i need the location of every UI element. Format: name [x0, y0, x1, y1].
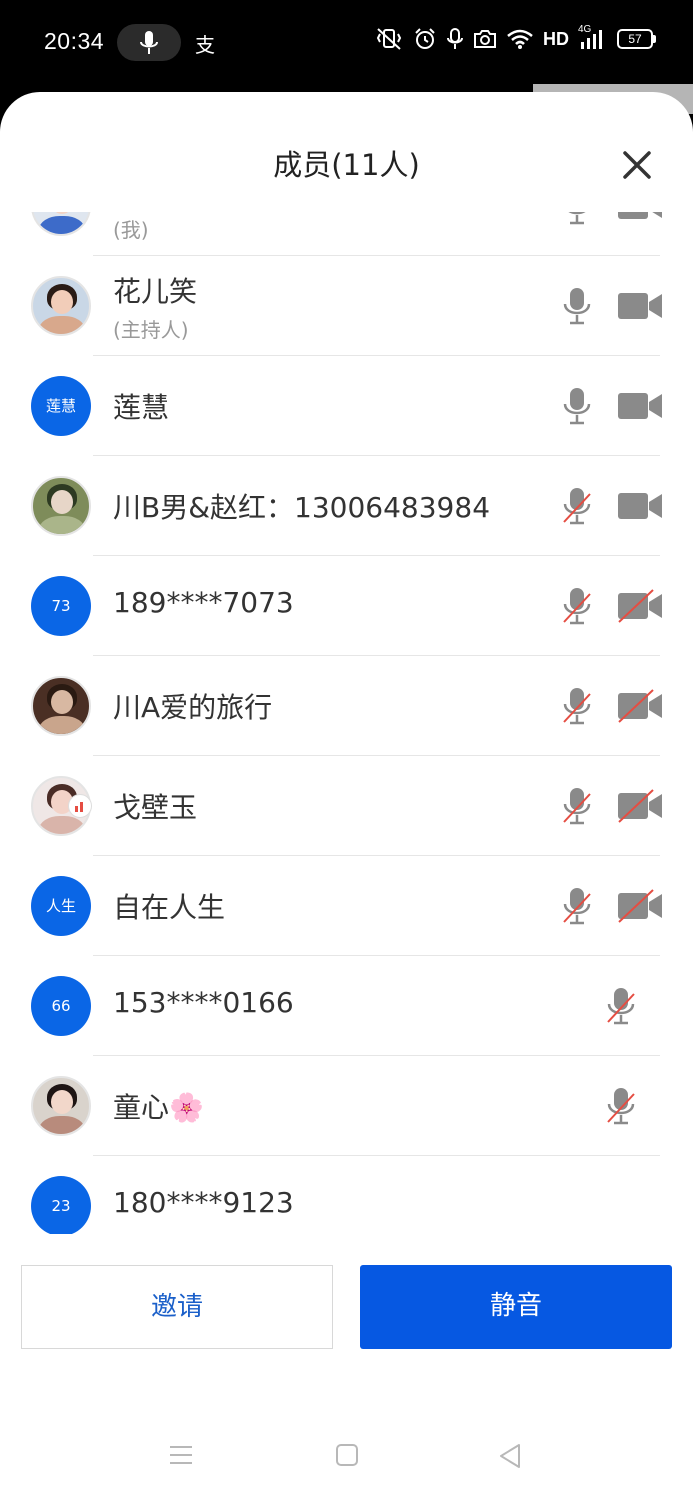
mic-active-icon — [140, 31, 158, 54]
close-button[interactable] — [616, 144, 658, 186]
alarm-icon — [415, 28, 435, 49]
battery-level: 57 — [628, 32, 642, 46]
members-sheet: 成员(11人) 悦洋(我) 花儿笑 (主持人) 莲慧莲慧川B男&赵红：13006483… — [0, 92, 693, 1500]
invite-button[interactable]: 邀请 — [21, 1265, 333, 1349]
member-name: 自在人生 — [113, 891, 226, 924]
member-row[interactable]: 66 153****0166 — [0, 956, 693, 1056]
member-avatar-photo — [31, 1076, 91, 1136]
member-name: 川B男&赵红：13006483984 — [113, 491, 491, 524]
member-avatar-photo — [31, 276, 91, 336]
member-name: 180****9123 — [113, 1186, 294, 1219]
vibrate-off-icon — [376, 28, 402, 50]
camera-off-icon[interactable] — [617, 889, 663, 923]
member-row[interactable]: 花儿笑 (主持人) — [0, 256, 693, 356]
member-role: (主持人) — [113, 318, 189, 342]
member-avatar-initials: 莲慧 — [31, 376, 91, 436]
hd-label: HD — [543, 28, 569, 49]
mic-icon[interactable] — [562, 212, 592, 226]
member-row[interactable]: 23 180****9123 — [0, 1156, 693, 1234]
member-avatar-initials: 66 — [31, 976, 91, 1036]
back-icon[interactable] — [497, 1442, 523, 1470]
mic-icon — [447, 28, 463, 49]
member-avatar-photo — [31, 676, 91, 736]
video-camera-icon[interactable] — [617, 489, 663, 523]
member-name: 花儿笑 — [113, 275, 198, 308]
member-row[interactable]: 莲慧 莲慧 — [0, 356, 693, 456]
mic-muted-icon[interactable] — [606, 1086, 636, 1126]
mic-icon[interactable] — [562, 286, 592, 326]
mic-icon[interactable] — [562, 386, 592, 426]
member-name: 童心🌸 — [113, 1091, 204, 1124]
video-camera-icon[interactable] — [617, 212, 663, 223]
speaking-indicator-icon — [68, 794, 92, 818]
camera-off-icon[interactable] — [617, 789, 663, 823]
camera-off-icon[interactable] — [617, 689, 663, 723]
video-camera-icon[interactable] — [617, 389, 663, 423]
member-row[interactable]: 73 189****7073 — [0, 556, 693, 656]
signal-icon: 4G — [578, 24, 608, 51]
member-avatar-initials: 23 — [31, 1176, 91, 1234]
status-bar: 20:34 支 HD 4G 57 — [0, 0, 693, 92]
member-row[interactable]: 童心🌸 — [0, 1056, 693, 1156]
member-avatar-photo — [31, 476, 91, 536]
member-row[interactable]: 人生 自在人生 — [0, 856, 693, 956]
menu-icon[interactable] — [167, 1442, 195, 1468]
member-row[interactable]: 戈壁玉 — [0, 756, 693, 856]
member-list[interactable]: 悦洋(我) 花儿笑 (主持人) 莲慧莲慧川B男&赵红：13006483984 73 189… — [0, 212, 693, 1234]
member-row[interactable]: 川A爱的旅行 — [0, 656, 693, 756]
wifi-icon — [507, 29, 533, 49]
mute-all-button[interactable]: 静音 — [360, 1265, 672, 1349]
battery-icon: 57 — [617, 29, 656, 49]
mic-muted-icon[interactable] — [562, 486, 592, 526]
camera-off-icon[interactable] — [617, 589, 663, 623]
mic-muted-icon[interactable] — [562, 786, 592, 826]
camera-icon — [474, 30, 496, 48]
member-avatar-initials: 73 — [31, 576, 91, 636]
mic-muted-icon[interactable] — [562, 586, 592, 626]
member-name: 川A爱的旅行 — [113, 691, 273, 724]
system-navbar — [0, 1410, 693, 1500]
member-avatar-initials: 人生 — [31, 876, 91, 936]
mic-muted-icon[interactable] — [606, 986, 636, 1026]
member-avatar-photo — [31, 212, 91, 236]
member-name: 153****0166 — [113, 986, 294, 1019]
member-name: 戈壁玉 — [113, 791, 198, 824]
sheet-title: 成员(11人) — [273, 148, 420, 182]
member-role: (我) — [113, 218, 149, 242]
member-name: 莲慧 — [113, 391, 170, 424]
member-name: 189****7073 — [113, 586, 294, 619]
close-icon[interactable] — [616, 144, 658, 186]
mic-muted-icon[interactable] — [562, 686, 592, 726]
status-time: 20:34 — [44, 28, 105, 54]
member-row[interactable]: 悦洋(我) — [0, 212, 693, 256]
member-row[interactable]: 川B男&赵红：13006483984 — [0, 456, 693, 556]
network-glyph: 支 — [195, 33, 215, 57]
status-icons: HD 4G 57 — [374, 24, 656, 51]
signal-bars-icon — [581, 30, 602, 49]
video-camera-icon[interactable] — [617, 289, 663, 323]
mic-muted-icon[interactable] — [562, 886, 592, 926]
mic-active-indicator — [117, 24, 181, 61]
home-icon[interactable] — [334, 1442, 360, 1468]
